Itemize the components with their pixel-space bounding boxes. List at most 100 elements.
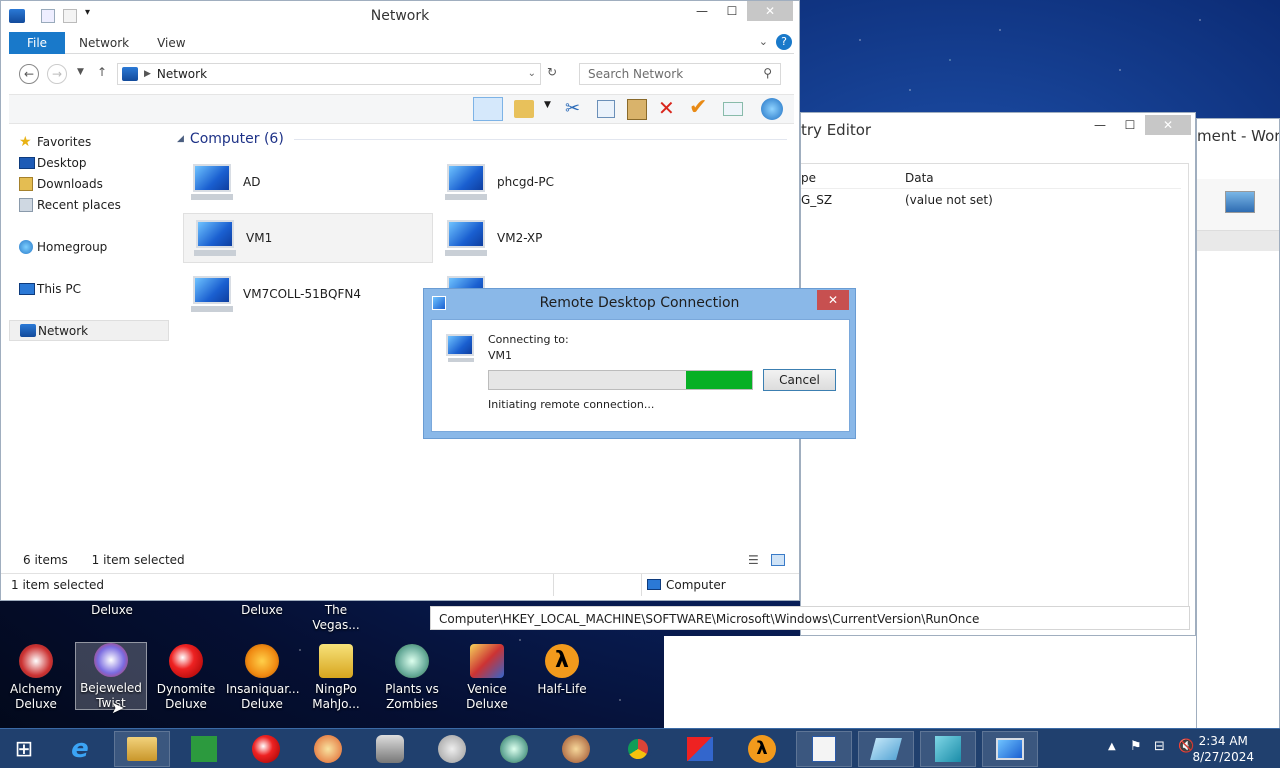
desktop-icon-partial-3[interactable]: The Vegas... — [300, 603, 372, 633]
back-button[interactable]: ← — [19, 64, 39, 84]
cut-icon[interactable]: ✂ — [565, 98, 580, 119]
collapse-icon[interactable]: ◢ — [177, 134, 184, 144]
close-button[interactable]: ✕ — [817, 290, 849, 310]
system-clock[interactable]: 2:34 AM 8/27/2024 — [1192, 733, 1254, 765]
desktop-icon-venice[interactable]: Venice Deluxe — [451, 644, 523, 712]
nav-item-network[interactable]: Network — [9, 320, 169, 341]
taskbar-app-2[interactable] — [858, 731, 914, 767]
group-header[interactable]: ◢ Computer (6) — [177, 131, 787, 147]
forward-button[interactable]: → — [47, 64, 67, 84]
remote-desktop-dialog[interactable]: Remote Desktop Connection ✕ Connecting t… — [423, 288, 856, 439]
computer-icon — [189, 274, 233, 314]
help-icon[interactable]: ? — [776, 34, 792, 50]
column-header-data[interactable]: Data — [905, 171, 934, 185]
rename-icon[interactable]: ✔ — [689, 95, 707, 120]
close-button[interactable]: ✕ — [747, 1, 793, 21]
taskbar-word[interactable] — [796, 731, 852, 767]
start-button[interactable]: ⊞ — [2, 731, 46, 767]
tab-network[interactable]: Network — [65, 36, 143, 50]
minimize-button[interactable]: — — [1085, 115, 1115, 135]
large-icons-view-icon[interactable] — [771, 554, 785, 566]
show-hidden-icons-icon[interactable]: ▲ — [1108, 741, 1116, 752]
remote-desktop-icon — [996, 738, 1024, 760]
nav-item-downloads[interactable]: Downloads — [9, 173, 169, 194]
taskbar-regedit[interactable] — [920, 731, 976, 767]
desktop-icon-alchemy[interactable]: Alchemy Deluxe — [0, 644, 72, 712]
word-title: ment - Word — [1197, 127, 1280, 145]
computer-item-vm1[interactable]: VM1 — [183, 213, 433, 263]
taskbar-wizard[interactable] — [548, 731, 604, 767]
windows-logo-icon: ⊞ — [14, 736, 34, 762]
tab-view[interactable]: View — [143, 36, 199, 50]
registry-editor-window[interactable]: try Editor — ☐ ✕ pe Data G_SZ (value not… — [800, 112, 1196, 636]
details-view-icon[interactable]: ☰ — [748, 553, 759, 567]
table-row[interactable]: G_SZ (value not set) — [801, 193, 1181, 213]
taskbar-skull[interactable] — [424, 731, 480, 767]
chrome-icon — [624, 735, 652, 763]
taskbar-robot[interactable] — [362, 731, 418, 767]
address-dropdown-icon[interactable]: ⌄ — [528, 68, 536, 79]
paste-icon[interactable] — [627, 99, 647, 120]
desktop-icon-half-life[interactable]: λ Half-Life — [526, 644, 598, 697]
up-button[interactable]: ↑ — [97, 65, 107, 79]
recent-locations-icon[interactable]: ▼ — [77, 67, 84, 77]
desktop-icon-partial-2[interactable]: Deluxe — [226, 603, 298, 618]
nav-item-this-pc[interactable]: This PC — [9, 278, 169, 299]
network-status-icon[interactable]: ⊟ — [1154, 739, 1165, 754]
refresh-icon[interactable]: ↻ — [547, 65, 557, 79]
folder-options-icon[interactable] — [514, 100, 534, 118]
taskbar-half-life[interactable]: λ — [734, 731, 790, 767]
taskbar-internet-explorer[interactable]: e — [52, 731, 108, 767]
taskbar-store[interactable] — [176, 731, 232, 767]
computer-item-ad[interactable]: AD — [181, 157, 431, 207]
connecting-label: Connecting to: — [488, 333, 569, 346]
cancel-button[interactable]: Cancel — [763, 369, 836, 391]
globe-icon[interactable] — [761, 98, 783, 120]
nav-item-recent-places[interactable]: Recent places — [9, 194, 169, 215]
action-center-flag-icon[interactable]: ⚑ — [1130, 739, 1142, 754]
half-life-icon: λ — [545, 644, 579, 678]
desktop-icon-partial-1[interactable]: Deluxe — [76, 603, 148, 618]
taskbar-shapes[interactable] — [672, 731, 728, 767]
address-bar[interactable]: ▶ Network ⌄ — [117, 63, 541, 85]
preview-pane-icon[interactable] — [473, 97, 503, 121]
taskbar-plants-vs-zombies[interactable] — [486, 731, 542, 767]
selection-count: 1 item selected — [91, 553, 185, 567]
dropdown-icon[interactable]: ▼ — [544, 100, 551, 110]
computer-icon — [19, 282, 35, 295]
breadcrumb-chevron-icon: ▶ — [144, 69, 151, 79]
delete-icon[interactable]: ✕ — [658, 96, 675, 120]
close-button[interactable]: ✕ — [1145, 115, 1191, 135]
search-input[interactable]: Search Network ⚲ — [579, 63, 781, 85]
properties-icon[interactable] — [723, 102, 743, 116]
picture-icon[interactable] — [1225, 191, 1255, 213]
maximize-button[interactable]: ☐ — [717, 1, 747, 21]
taskbar-dynomite[interactable] — [238, 731, 294, 767]
desktop-icon-plants-vs-zombies[interactable]: Plants vs Zombies — [376, 644, 448, 712]
column-header-type[interactable]: pe — [801, 171, 816, 185]
explorer-titlebar[interactable]: ▾ Network — ☐ ✕ — [1, 1, 799, 31]
word-window[interactable]: ment - Word — [1196, 118, 1280, 766]
computer-item-phcgd-pc[interactable]: phcgd-PC — [435, 157, 685, 207]
computer-item-vm7coll[interactable]: VM7COLL-51BQFN4 — [181, 269, 431, 319]
search-icon[interactable]: ⚲ — [763, 66, 772, 80]
taskbar-app-p[interactable] — [300, 731, 356, 767]
copy-icon[interactable] — [597, 100, 615, 118]
maximize-button[interactable]: ☐ — [1115, 115, 1145, 135]
nav-item-favorites[interactable]: ★ Favorites — [9, 131, 169, 152]
desktop-icon-ningpo[interactable]: NingPo MahJo... — [300, 644, 372, 712]
registry-window-controls: — ☐ ✕ — [1085, 115, 1191, 135]
nav-item-homegroup[interactable]: Homegroup — [9, 236, 169, 257]
nav-item-desktop[interactable]: Desktop — [9, 152, 169, 173]
tab-file[interactable]: File — [9, 31, 65, 54]
expand-ribbon-icon[interactable]: ⌄ — [759, 35, 768, 48]
desktop-icon-insaniquarium[interactable]: Insaniquar... Deluxe — [226, 644, 300, 712]
background-window-area — [664, 636, 1280, 728]
computer-item-vm2-xp[interactable]: VM2-XP — [435, 213, 685, 263]
taskbar-remote-desktop[interactable] — [982, 731, 1038, 767]
taskbar-file-explorer[interactable] — [114, 731, 170, 767]
minimize-button[interactable]: — — [687, 1, 717, 21]
taskbar-chrome[interactable] — [610, 731, 666, 767]
desktop-icon-dynomite[interactable]: Dynomite Deluxe — [150, 644, 222, 712]
dynomite-icon — [252, 735, 280, 763]
